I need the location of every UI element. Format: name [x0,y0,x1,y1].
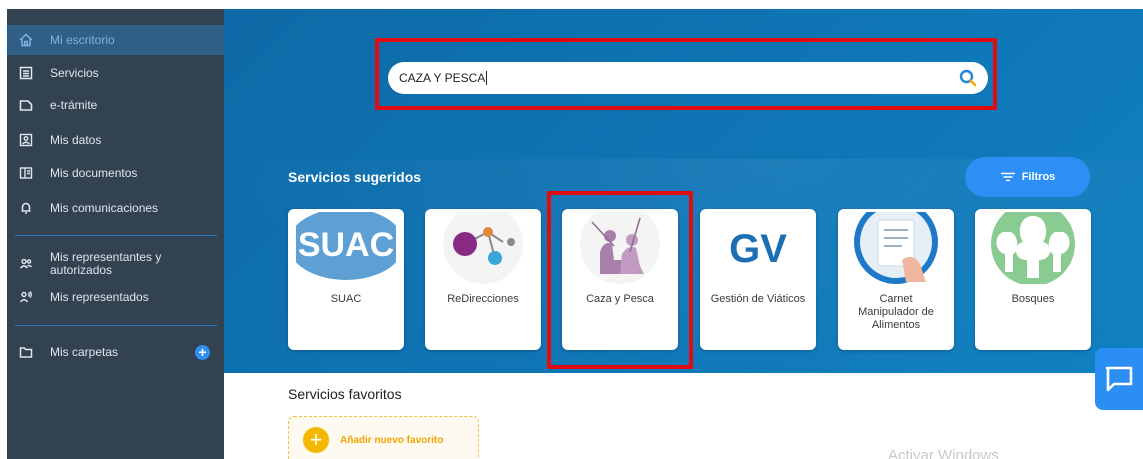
trees-icon [991,212,1075,284]
highlight-box-caza-y-pesca [547,191,693,369]
svg-text:SUAC: SUAC [298,226,394,264]
service-card-label: SUAC [330,293,362,305]
add-folder-button[interactable]: + [195,344,210,360]
sidebar-item-label: e-trámite [50,98,98,112]
sidebar-item-label: Mis comunicaciones [50,201,159,215]
search-icon[interactable] [958,68,978,88]
sidebar-item-label: Mi escritorio [50,33,115,47]
service-card-gestion-viaticos[interactable]: GV Gestión de Viáticos [700,209,816,350]
add-favorite-button[interactable]: + Añadir nuevo favorito [288,416,479,459]
sidebar-divider [15,325,217,326]
sidebar-item-label: Mis documentos [50,166,138,180]
id-card-icon [19,133,33,147]
filter-icon [1000,172,1015,182]
person-voice-icon [19,290,33,304]
service-card-label: ReDirecciones [447,293,519,305]
service-card-label: Gestión de Viáticos [710,293,806,305]
svg-text:GV: GV [729,227,787,271]
service-card-label: Carnet Manipulador de Alimentos [858,293,934,331]
service-card-suac[interactable]: SUAC SUAC [288,209,404,350]
filter-button[interactable]: Filtros [965,157,1090,197]
folder-icon [19,345,33,359]
sidebar-item-e-tramite[interactable]: e-trámite [7,97,224,113]
filter-button-label: Filtros [1021,171,1056,183]
bell-icon [19,201,33,215]
id-card-hand-icon [854,212,938,284]
sidebar-item-label: Mis representantes y autorizados [50,250,162,277]
sidebar-item-label: Mis representados [50,290,149,304]
chat-icon [1105,366,1133,392]
text-caret [486,71,488,85]
sidebar-item-mis-datos[interactable]: Mis datos [7,132,224,148]
sidebar-item-label: Servicios [50,66,99,80]
sidebar: Mi escritorio Servicios e-trámite Mis da… [7,9,224,459]
sidebar-item-mis-representantes[interactable]: Mis representantes y autorizados [7,249,224,279]
home-icon [19,33,33,47]
documents-icon [19,166,33,180]
favorite-services-title: Servicios favoritos [288,386,402,402]
plus-icon: + [303,427,329,453]
sidebar-item-label: Mis carpetas [50,345,119,359]
service-card-bosques[interactable]: Bosques [975,209,1091,350]
service-card-label: Bosques [1011,293,1055,305]
sidebar-item-servicios[interactable]: Servicios [7,65,224,81]
people-icon [19,257,33,271]
sidebar-item-label: Mis datos [50,133,102,147]
chat-button[interactable] [1095,348,1143,410]
service-card-carnet-manipulador[interactable]: Carnet Manipulador de Alimentos [838,209,954,350]
sidebar-item-mis-representados[interactable]: Mis representados [7,289,224,305]
sidebar-divider [15,235,217,236]
app-frame: Mi escritorio Servicios e-trámite Mis da… [0,0,1143,459]
windows-activation-watermark: Activar Windows [888,447,999,459]
suac-logo-icon: SUAC [296,212,396,284]
search-input-value: CAZA Y PESCA [399,71,486,85]
sidebar-item-mis-carpetas[interactable]: Mis carpetas + [7,344,224,360]
sidebar-item-mi-escritorio[interactable]: Mi escritorio [7,25,224,55]
search-input[interactable]: CAZA Y PESCA [388,62,988,94]
sidebar-item-mis-comunicaciones[interactable]: Mis comunicaciones [7,200,224,216]
gv-logo-icon: GV [729,227,787,271]
services-icon [19,66,33,80]
suggested-services-title: Servicios sugeridos [288,169,422,185]
add-favorite-label: Añadir nuevo favorito [340,434,444,446]
service-card-redirecciones[interactable]: ReDirecciones [425,209,541,350]
network-nodes-icon [443,212,523,284]
sidebar-item-mis-documentos[interactable]: Mis documentos [7,165,224,181]
etramite-icon [19,98,33,112]
